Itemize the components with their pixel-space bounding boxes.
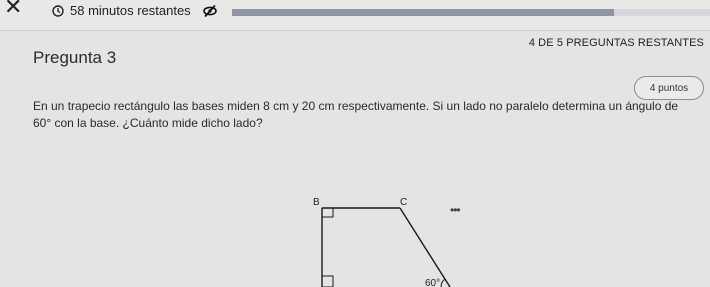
angle-arc (440, 278, 446, 287)
close-icon[interactable]: ✕ (4, 0, 22, 18)
progress-fill (232, 9, 615, 16)
question-text-line-1: En un trapecio rectángulo las bases mide… (33, 99, 679, 113)
slanted-side (399, 207, 451, 287)
top-bar: ✕ 58 minutos restantes (0, 0, 710, 30)
question-text-line-2: 60° con la base. ¿Cuánto mide dicho lado… (33, 116, 263, 130)
label-b: B (313, 197, 320, 208)
questions-remaining: 4 DE 5 PREGUNTAS RESTANTES (528, 37, 704, 49)
eye-off-icon[interactable] (202, 4, 217, 18)
clock-icon (52, 4, 64, 17)
label-c: C (400, 197, 407, 208)
right-angle-top (321, 207, 334, 218)
question-title: Pregunta 3 (33, 48, 117, 67)
divider (0, 30, 710, 31)
timer: 58 minutos restantes (52, 3, 217, 18)
points-badge: 4 puntos (634, 76, 704, 100)
trapezoid-figure: B C 60° (313, 197, 451, 287)
progress-bar (232, 9, 710, 16)
question-text: En un trapecio rectángulo las bases mide… (33, 98, 705, 132)
timer-text: 58 minutos restantes (70, 3, 191, 18)
angle-label: 60° (425, 278, 440, 287)
more-icon[interactable]: ••• (450, 203, 461, 217)
right-angle-bottom (321, 275, 334, 287)
